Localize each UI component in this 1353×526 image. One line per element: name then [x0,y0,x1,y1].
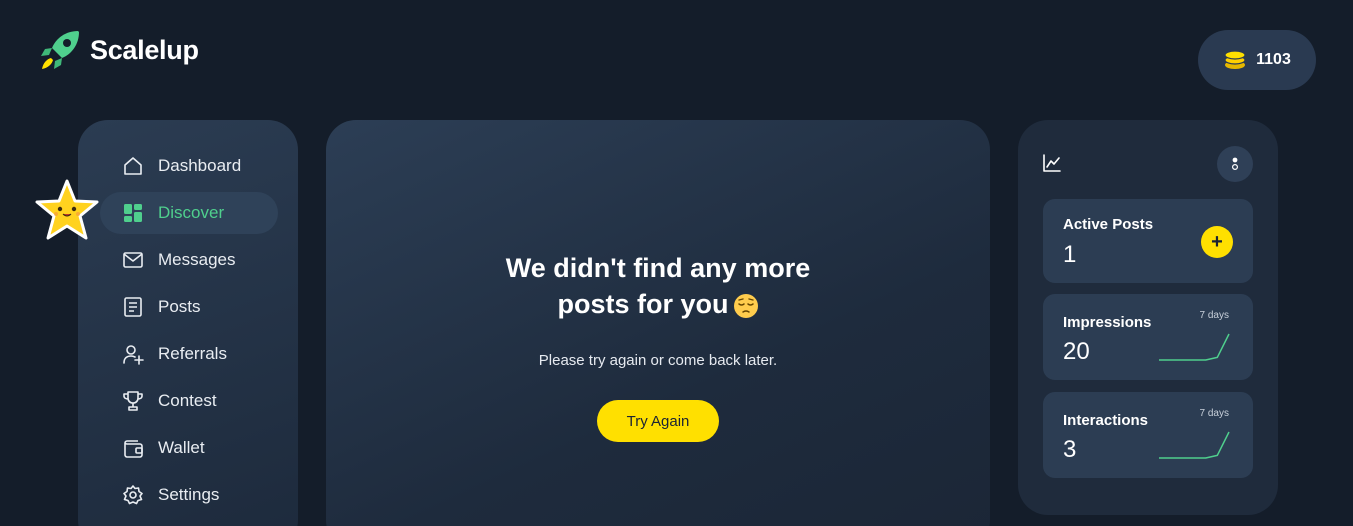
stat-card-label: Impressions [1063,314,1152,331]
sidebar-item-referrals[interactable]: Referrals [100,333,278,375]
user-plus-icon [122,343,144,365]
stat-card-value: 20 [1063,338,1090,365]
sidebar-item-label: Settings [158,485,220,504]
brand[interactable]: Scalelup [38,28,199,72]
stat-card-label: Interactions [1063,412,1149,429]
empty-state-title: We didn't find any more posts for you [326,250,990,322]
sidebar-item-contest[interactable]: Contest [100,380,278,422]
stat-card-value: 1 [1063,241,1077,268]
stat-card-impressions: Impressions 20 7 days [1043,294,1253,380]
mail-icon [122,249,144,271]
stats-panel: Active Posts 1 + Impressions 20 7 days I… [1018,120,1278,515]
dashboard-grid-icon [122,202,144,224]
sidebar-item-discover[interactable]: Discover [100,192,278,234]
stat-card-active-posts: Active Posts 1 + [1043,199,1253,283]
impressions-sparkline [1159,333,1230,361]
star-mascot-icon [35,179,99,240]
sidebar-item-messages[interactable]: Messages [100,239,278,281]
stat-card-value: 3 [1063,436,1077,463]
interactions-sparkline [1159,431,1230,459]
empty-state-subtitle: Please try again or come back later. [538,352,778,369]
sidebar-item-label: Contest [158,391,217,410]
wallet-icon [122,437,144,459]
sidebar-item-settings[interactable]: Settings [100,474,278,516]
sidebar-nav: Dashboard Discover Messages Posts Referr… [100,145,278,521]
stats-menu-button[interactable] [1217,146,1253,182]
stat-card-period: 7 days [1199,310,1229,321]
sidebar-item-label: Wallet [158,438,205,457]
coin-balance[interactable]: 1103 [1198,30,1316,90]
line-chart-icon [1043,154,1061,172]
sidebar-item-posts[interactable]: Posts [100,286,278,328]
brand-name: Scalelup [90,34,199,65]
try-again-button[interactable]: Try Again [597,400,719,442]
sidebar-item-label: Discover [158,203,225,222]
home-icon [122,155,144,177]
stat-card-interactions: Interactions 3 7 days [1043,392,1253,478]
stat-card-label: Active Posts [1063,216,1154,233]
rocket-icon [41,31,79,69]
sidebar-item-dashboard[interactable]: Dashboard [100,145,278,187]
coin-balance-value: 1103 [1256,51,1291,68]
app-root: Scalelup 1103 Dashboard Discover Message… [0,0,1353,526]
sparkline-path [1159,431,1230,459]
stat-card-period: 7 days [1199,408,1229,419]
discover-panel: We didn't find any more posts for you Pl… [326,120,990,526]
empty-state-title-line1: We didn't find any more [505,253,811,283]
empty-state-title-line2-wrap: posts for you [326,286,990,322]
coins-icon [1224,50,1246,69]
trophy-icon [122,390,144,412]
gear-icon [122,484,144,506]
add-post-button[interactable]: + [1201,226,1233,258]
pensive-face-emoji [733,293,758,318]
more-vertical-icon [1231,157,1239,171]
sidebar-item-label: Posts [158,297,201,316]
sidebar-item-wallet[interactable]: Wallet [100,427,278,469]
sidebar: Dashboard Discover Messages Posts Referr… [78,120,298,526]
document-icon [122,296,144,318]
sidebar-item-label: Referrals [158,344,227,363]
sidebar-item-label: Dashboard [158,156,242,175]
plus-icon: + [1211,231,1223,253]
sparkline-path [1159,333,1230,361]
empty-state-title-line2: posts for you [557,289,729,319]
sidebar-item-label: Messages [158,250,236,269]
